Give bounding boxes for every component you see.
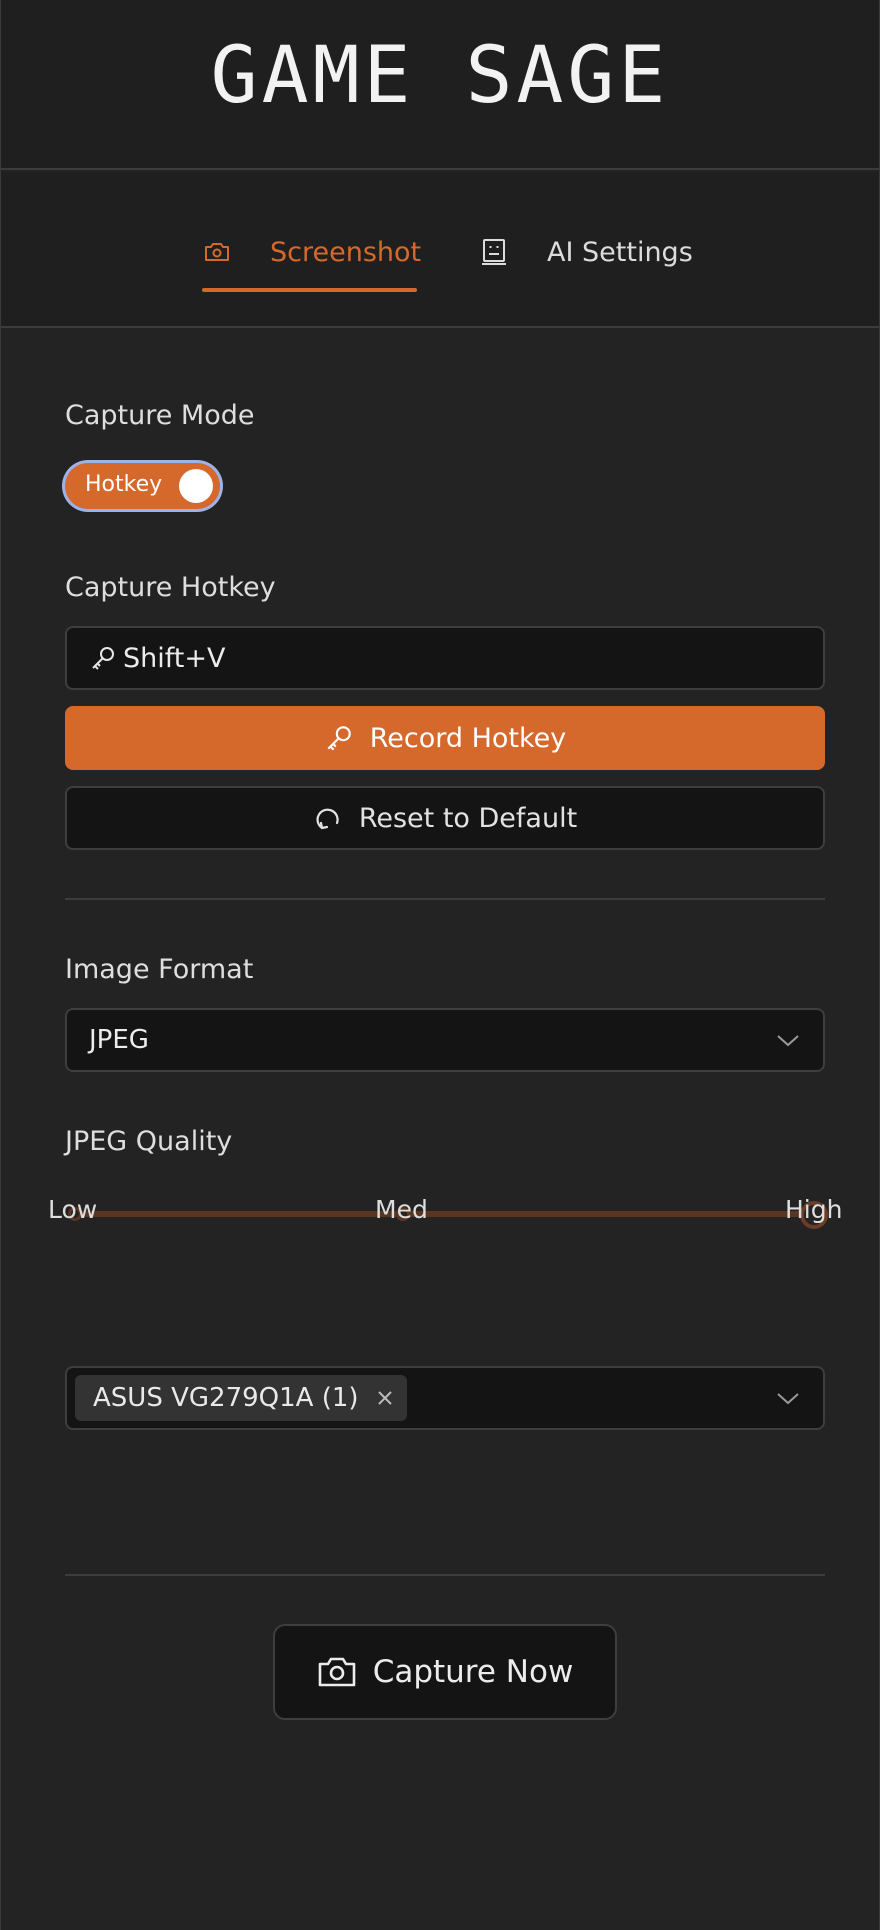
tab-bar: Screenshot AI Settings <box>1 172 879 328</box>
key-icon <box>324 723 354 753</box>
monitor-chip-label: ASUS VG279Q1A (1) <box>93 1383 359 1413</box>
camera-icon <box>202 237 232 267</box>
section-divider <box>65 898 825 900</box>
chevron-down-icon <box>775 1390 801 1406</box>
tab-screenshot[interactable]: Screenshot <box>202 232 421 272</box>
app-window: GAME SAGE Screenshot AI Settings Capture… <box>0 0 880 1930</box>
slider-label-med: Med <box>375 1195 428 1224</box>
jpeg-quality-slider[interactable] <box>65 1200 828 1260</box>
hotkey-value: Shift+V <box>123 642 226 674</box>
slider-label-low: Low <box>48 1195 98 1224</box>
image-format-label: Image Format <box>65 954 254 985</box>
robot-icon <box>479 237 509 267</box>
monitor-select[interactable]: ASUS VG279Q1A (1) <box>65 1366 825 1430</box>
tab-screenshot-label: Screenshot <box>270 236 422 268</box>
app-title: GAME SAGE <box>210 31 670 121</box>
reset-default-button[interactable]: Reset to Default <box>65 786 825 850</box>
hotkey-field[interactable]: Shift+V <box>65 626 825 690</box>
chevron-down-icon <box>775 1032 801 1048</box>
key-icon <box>89 644 117 672</box>
active-tab-indicator <box>202 288 417 292</box>
capture-mode-toggle[interactable]: Hotkey <box>65 463 220 509</box>
toggle-knob <box>179 469 213 503</box>
monitor-chip: ASUS VG279Q1A (1) <box>75 1375 407 1421</box>
section-divider <box>65 1574 825 1576</box>
record-hotkey-label: Record Hotkey <box>369 722 567 754</box>
capture-now-button[interactable]: Capture Now <box>273 1624 617 1720</box>
app-header: GAME SAGE <box>1 0 879 170</box>
image-format-select[interactable]: JPEG <box>65 1008 825 1072</box>
jpeg-quality-label: JPEG Quality <box>65 1126 233 1157</box>
camera-icon <box>317 1655 357 1689</box>
slider-track <box>75 1211 815 1217</box>
close-icon[interactable] <box>375 1388 395 1408</box>
tab-ai-settings-label: AI Settings <box>547 236 693 268</box>
capture-now-label: Capture Now <box>372 1654 574 1690</box>
capture-hotkey-label: Capture Hotkey <box>65 572 276 603</box>
capture-mode-label: Capture Mode <box>65 400 255 431</box>
refresh-icon <box>313 803 343 833</box>
tab-ai-settings[interactable]: AI Settings <box>479 232 693 272</box>
slider-label-high: High <box>785 1195 843 1224</box>
toggle-text: Hotkey <box>85 472 163 497</box>
image-format-value: JPEG <box>89 1025 149 1055</box>
record-hotkey-button[interactable]: Record Hotkey <box>65 706 825 770</box>
reset-default-label: Reset to Default <box>358 802 578 834</box>
